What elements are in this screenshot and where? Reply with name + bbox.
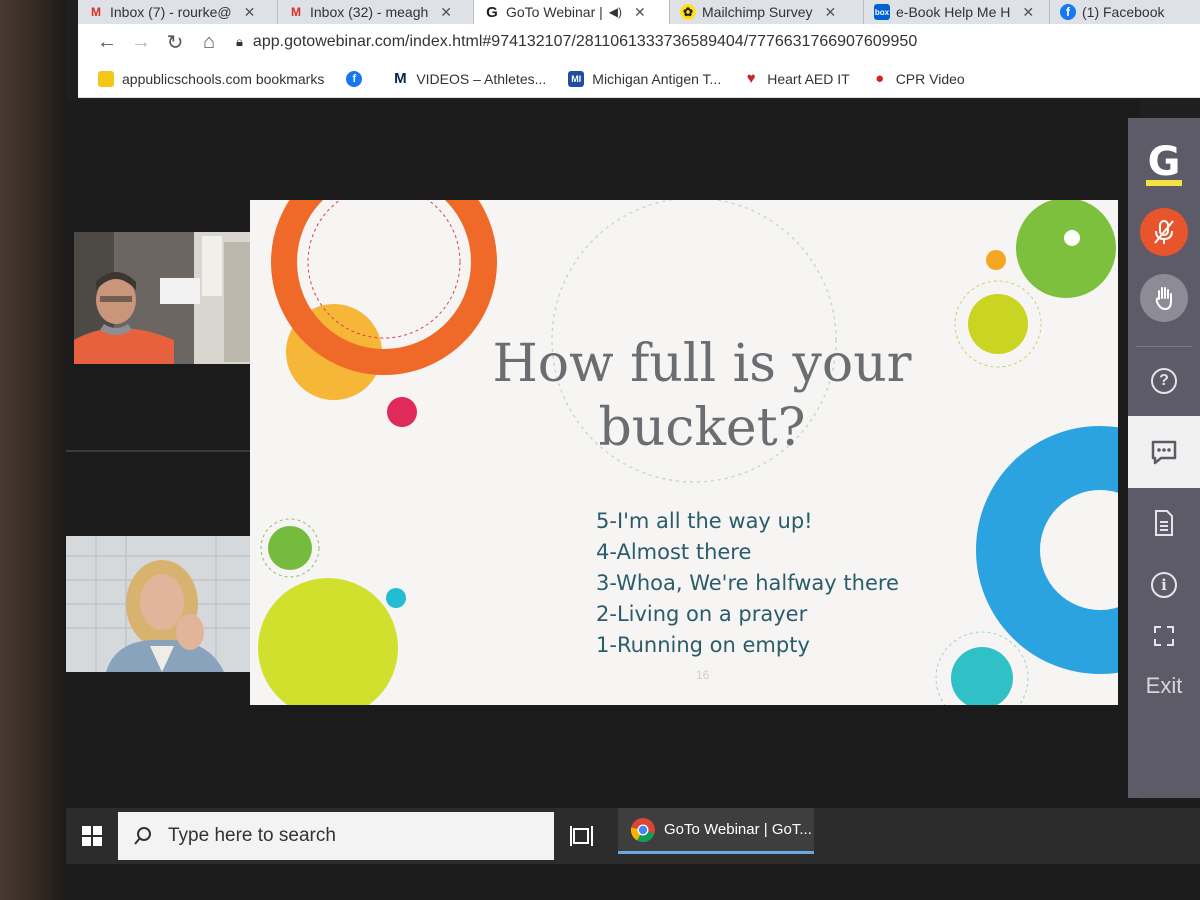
forward-icon[interactable]: →	[124, 31, 158, 54]
mute-button[interactable]	[1128, 204, 1200, 260]
list-item: 4-Almost there	[596, 540, 752, 564]
facebook-icon: f	[346, 70, 363, 87]
tab-gmail-2[interactable]: M Inbox (32) - meagh ✕	[278, 0, 474, 24]
bookmark-videos-athletes[interactable]: M VIDEOS – Athletes...	[392, 70, 547, 87]
bookmark-michigan-antigen[interactable]: MI Michigan Antigen T...	[568, 70, 722, 87]
questions-button[interactable]: ?	[1128, 354, 1200, 408]
task-view-icon[interactable]	[566, 818, 602, 854]
windows-taskbar: Type here to search GoTo Webinar | GoT..…	[66, 800, 1200, 900]
close-icon[interactable]: ✕	[440, 4, 452, 21]
address-bar[interactable]: 🔒︎ app.gotowebinar.com/index.html#974132…	[236, 33, 917, 51]
close-icon[interactable]: ✕	[244, 4, 256, 21]
gmail-icon: M	[291, 5, 301, 19]
exit-button[interactable]: Exit	[1128, 666, 1200, 706]
browser-tab-strip: M Inbox (7) - rourke@ ✕ M Inbox (32) - m…	[78, 0, 1200, 24]
bookmark-label: Heart AED IT	[767, 70, 850, 87]
control-panel: G ? i Exit	[1128, 118, 1200, 798]
tab-facebook[interactable]: f (1) Facebook	[1050, 0, 1200, 24]
raise-hand-button[interactable]	[1128, 270, 1200, 326]
taskbar-search-box[interactable]: Type here to search	[118, 812, 554, 860]
webcam-image-1	[74, 232, 258, 364]
search-icon	[134, 827, 151, 845]
home-icon[interactable]: ⌂	[192, 31, 226, 54]
tab-gmail-1[interactable]: M Inbox (7) - rourke@ ✕	[78, 0, 278, 24]
search-placeholder: Type here to search	[168, 825, 336, 846]
tab-label: GoTo Webinar |	[506, 4, 603, 20]
speaker-icon: ◀)	[608, 5, 622, 19]
chat-button[interactable]	[1128, 416, 1200, 488]
question-icon: ?	[1151, 368, 1177, 394]
tab-label: Mailchimp Survey	[702, 4, 813, 20]
divider	[66, 450, 250, 452]
bookmark-label: Michigan Antigen T...	[592, 70, 722, 87]
handouts-button[interactable]	[1128, 496, 1200, 550]
reload-icon[interactable]: ↻	[158, 30, 192, 55]
gmail-icon: M	[91, 5, 101, 19]
panel-divider	[1136, 346, 1192, 347]
info-button[interactable]: i	[1128, 558, 1200, 612]
tab-label: e-Book Help Me H	[896, 4, 1011, 20]
bookmark-facebook[interactable]: f	[346, 70, 370, 87]
facebook-icon: f	[1060, 4, 1076, 20]
heart-icon: ♥	[746, 70, 756, 87]
list-item: 3-Whoa, We're halfway there	[596, 571, 899, 595]
goto-icon: G	[486, 3, 498, 21]
folder-icon	[98, 70, 114, 87]
browser-toolbar: ← → ↻ ⌂ 🔒︎ app.gotowebinar.com/index.htm…	[78, 24, 1200, 60]
mailchimp-icon: ✿	[680, 4, 696, 20]
slide-list: 5-I'm all the way up! 4-Almost there 3-W…	[596, 506, 899, 661]
bookmark-label: CPR Video	[895, 70, 965, 87]
webcam-video-1[interactable]	[74, 232, 258, 364]
box-icon: box	[874, 4, 890, 20]
tab-ebook[interactable]: box e-Book Help Me H ✕	[864, 0, 1050, 24]
bookmarks-bar: appublicschools.com bookmarks f M VIDEOS…	[78, 60, 1200, 98]
bookmark-cpr-video[interactable]: ● CPR Video	[872, 70, 965, 87]
slide-page-number: 16	[696, 668, 710, 682]
tab-goto-webinar[interactable]: G GoTo Webinar | ◀) ✕	[474, 0, 670, 24]
presentation-slide: How full is your bucket? 5-I'm all the w…	[250, 200, 1118, 705]
lock-icon: 🔒︎	[236, 34, 243, 49]
document-icon	[1155, 510, 1173, 536]
monitor-bezel	[0, 0, 66, 900]
webcam-image-2	[66, 536, 250, 672]
bookmark-appublicschools[interactable]: appublicschools.com bookmarks	[98, 70, 325, 87]
bookmark-label: appublicschools.com bookmarks	[122, 70, 325, 87]
back-icon[interactable]: ←	[90, 31, 124, 54]
windows-start-icon[interactable]	[72, 816, 112, 856]
list-item: 2-Living on a prayer	[596, 602, 808, 626]
taskbar-app-chrome[interactable]: GoTo Webinar | GoT...	[618, 808, 814, 854]
goto-logo: G	[1128, 136, 1200, 194]
webcam-video-2[interactable]	[66, 536, 250, 672]
mic-muted-icon	[1140, 208, 1188, 256]
michigan-icon: M	[394, 70, 407, 87]
fullscreen-button[interactable]	[1128, 616, 1200, 656]
chat-icon	[1151, 440, 1177, 465]
bookmark-label: VIDEOS – Athletes...	[416, 70, 547, 87]
tab-label: (1) Facebook	[1082, 4, 1165, 20]
tab-label: Inbox (7) - rourke@	[110, 4, 232, 20]
slide-title: How full is your bucket?	[492, 334, 912, 458]
tab-mailchimp[interactable]: ✿ Mailchimp Survey ✕	[670, 0, 864, 24]
webinar-viewer: How full is your bucket? 5-I'm all the w…	[66, 100, 1140, 800]
url-text: app.gotowebinar.com/index.html#974132107…	[252, 33, 918, 50]
mi-icon: MI	[568, 70, 585, 87]
bookmark-heart-aed[interactable]: ♥ Heart AED IT	[743, 70, 850, 87]
close-icon[interactable]: ✕	[1022, 4, 1034, 21]
apple-icon: ●	[875, 70, 885, 87]
list-item: 1-Running on empty	[596, 633, 810, 657]
goto-logo-letter: G	[1145, 139, 1183, 186]
tab-label: Inbox (32) - meagh	[310, 4, 429, 20]
hand-icon	[1140, 274, 1188, 322]
taskbar-app-label: GoTo Webinar | GoT...	[664, 821, 812, 838]
close-icon[interactable]: ✕	[634, 4, 646, 21]
info-icon: i	[1151, 572, 1177, 598]
list-item: 5-I'm all the way up!	[596, 509, 813, 533]
close-icon[interactable]: ✕	[824, 4, 836, 21]
chrome-icon	[630, 817, 655, 842]
fullscreen-icon	[1154, 626, 1174, 646]
